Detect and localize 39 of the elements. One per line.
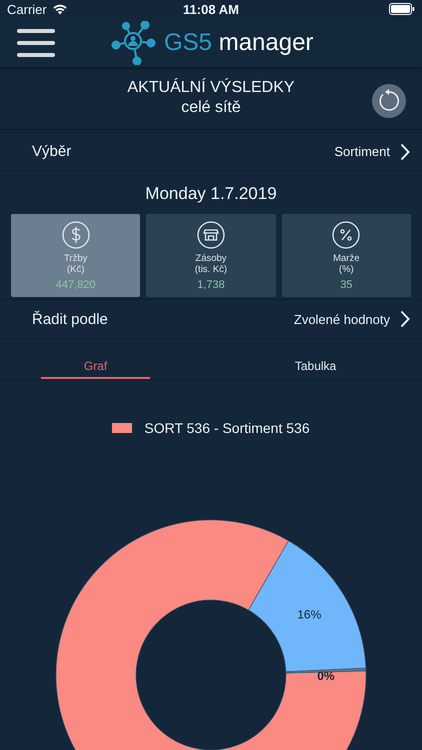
refresh-button[interactable]	[372, 84, 406, 118]
metric-unit: (tis. Kč)	[194, 264, 228, 275]
date-text: Monday 1.7.2019	[144, 184, 278, 204]
sort-row[interactable]: Řadit podle Zvolené hodnoty	[0, 299, 422, 340]
slice-label: 0%	[317, 669, 335, 684]
selection-row[interactable]: Výběr Sortiment	[0, 132, 422, 172]
selection-label: Výběr	[32, 143, 72, 160]
results-subtitle: celé sítě	[181, 98, 241, 118]
metric-label: Tržby	[64, 252, 88, 264]
wifi-icon	[52, 3, 68, 16]
metric-card[interactable]: Zásoby (tis. Kč) 1,738	[146, 214, 276, 298]
metric-value: 35	[340, 278, 352, 291]
sort-label: Řadit podle	[32, 310, 108, 328]
slice-label: 16%	[297, 607, 322, 622]
metric-unit: (Kč)	[66, 264, 84, 275]
app-logo-text: GS5 manager	[164, 29, 314, 58]
chevron-icon	[400, 310, 410, 328]
selection-value: Sortiment	[334, 144, 390, 160]
menu-button[interactable]	[16, 27, 56, 60]
metric-label: Zásoby	[195, 252, 227, 264]
metric-label: Marže	[333, 252, 360, 264]
percent-icon	[332, 220, 360, 249]
status-time: 11:08 AM	[183, 2, 239, 17]
tab[interactable]: Graf	[41, 355, 150, 380]
metric-value: 447,820	[56, 278, 96, 291]
metric-card[interactable]: Marže (%) 35	[282, 214, 411, 298]
tab[interactable]: Tabulka	[250, 355, 381, 380]
dollar-icon	[62, 220, 90, 249]
refresh-icon	[377, 89, 401, 114]
metric-unit: (%)	[338, 264, 354, 275]
legend-label: SORT 536 - Sortiment 536	[144, 420, 310, 436]
results-title: AKTUÁLNÍ VÝSLEDKY	[127, 78, 295, 98]
store-icon	[196, 220, 225, 249]
metric-value: 1,738	[197, 278, 225, 291]
menu-icon	[16, 27, 56, 60]
carrier-text: Carrier	[7, 2, 47, 17]
sort-value: Zvolené hodnoty	[294, 312, 390, 327]
battery-icon	[388, 3, 415, 16]
chevron-icon	[400, 142, 410, 161]
